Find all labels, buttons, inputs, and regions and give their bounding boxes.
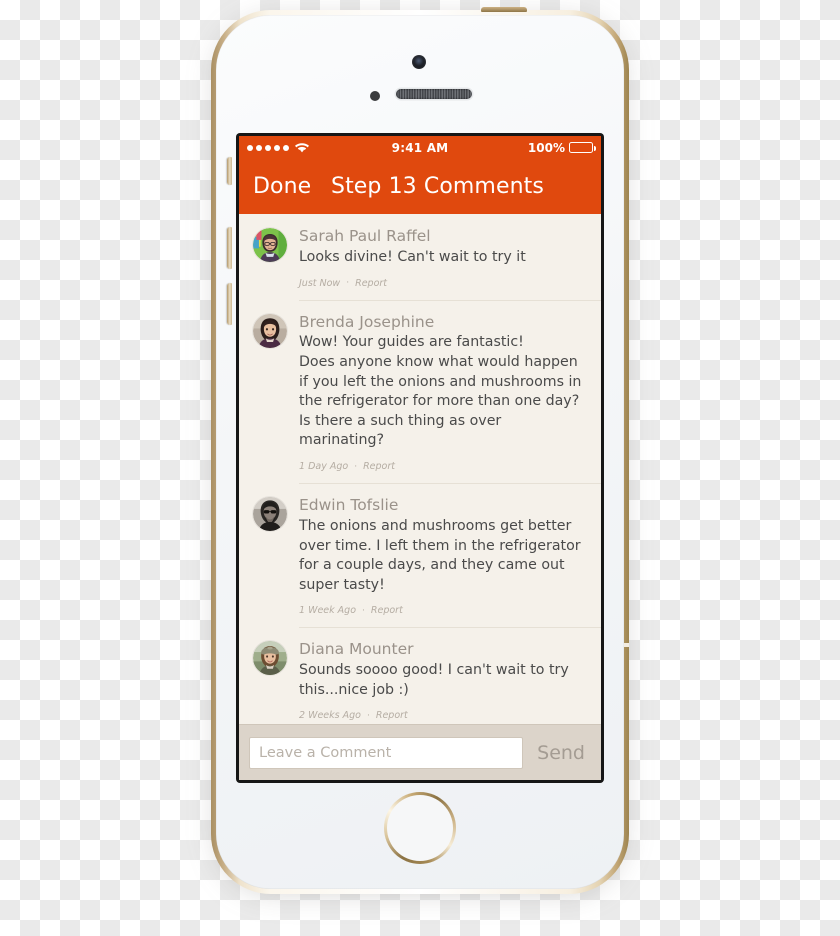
meta-separator: ·: [354, 461, 358, 472]
device-front-face: 9:41 AM 100% Done Step 13 Comments Sarah…: [216, 15, 624, 889]
status-bar: 9:41 AM 100%: [239, 136, 601, 159]
comment-list[interactable]: Sarah Paul Raffel Looks divine! Can't wa…: [239, 214, 601, 724]
avatar-sarah-paul-raffel[interactable]: [253, 228, 287, 262]
earpiece-speaker: [396, 89, 472, 99]
done-button[interactable]: Done: [253, 174, 311, 199]
comment-body: Diana Mounter Sounds soooo good! I can't…: [299, 639, 587, 724]
comment-author: Diana Mounter: [299, 640, 414, 659]
avatar-brenda-josephine[interactable]: [253, 313, 287, 348]
comment-author: Sarah Paul Raffel: [299, 227, 431, 245]
comment-meta: 2 Weeks Ago · Report: [299, 710, 587, 721]
comment-author: Brenda Josephine: [299, 312, 435, 331]
home-button[interactable]: [387, 795, 453, 861]
comment-timestamp: 2 Weeks Ago: [299, 710, 361, 722]
comment-body: Brenda Josephine Wow! Your guides are fa…: [299, 312, 587, 483]
comment-text: Sounds soooo good! I can't wait to try t…: [299, 662, 569, 698]
meta-separator: ·: [362, 605, 365, 616]
comment-timestamp: Just Now: [299, 277, 341, 289]
avatar-edwin-tofslie[interactable]: [253, 497, 287, 531]
power-button[interactable]: [481, 7, 527, 12]
comment-meta: 1 Day Ago · Report: [299, 461, 587, 472]
report-link[interactable]: Report: [363, 461, 395, 472]
front-camera: [412, 55, 426, 69]
comment-item[interactable]: Edwin Tofslie The onions and mushrooms g…: [239, 483, 601, 627]
comment-meta: 1 Week Ago · Report: [299, 605, 587, 616]
status-bar-right-group: 100%: [527, 140, 596, 155]
meta-separator: ·: [346, 278, 350, 289]
comment-timestamp: 1 Week Ago: [299, 605, 357, 617]
navigation-bar: Done Step 13 Comments: [239, 159, 601, 214]
meta-separator: ·: [366, 710, 370, 721]
comment-item[interactable]: Sarah Paul Raffel Looks divine! Can't wa…: [239, 214, 601, 300]
comment-author: Edwin Tofslie: [299, 496, 399, 514]
comment-body: Sarah Paul Raffel Looks divine! Can't wa…: [299, 226, 587, 300]
comment-item[interactable]: Diana Mounter Sounds soooo good! I can't…: [239, 627, 601, 724]
volume-up-button[interactable]: [227, 227, 232, 269]
report-link[interactable]: Report: [371, 605, 403, 616]
mute-switch[interactable]: [227, 157, 232, 185]
battery-icon: [569, 142, 596, 153]
page-title: Step 13 Comments: [331, 174, 544, 199]
volume-down-button[interactable]: [227, 283, 232, 325]
report-link[interactable]: Report: [355, 278, 387, 289]
comment-composer: Send: [239, 724, 601, 780]
battery-percent-label: 100%: [527, 140, 565, 155]
comment-text: Wow! Your guides are fantastic! Does any…: [299, 334, 582, 449]
comment-input[interactable]: [249, 736, 524, 769]
comment-meta: Just Now · Report: [299, 278, 587, 289]
comment-body: Edwin Tofslie The onions and mushrooms g…: [299, 495, 587, 627]
report-link[interactable]: Report: [376, 710, 408, 721]
comment-timestamp: 1 Day Ago: [299, 461, 349, 472]
app-screen: 9:41 AM 100% Done Step 13 Comments Sarah…: [239, 136, 601, 780]
comment-text: The onions and mushrooms get better over…: [299, 517, 581, 593]
comment-item[interactable]: Brenda Josephine Wow! Your guides are fa…: [239, 299, 601, 483]
send-button[interactable]: Send: [531, 742, 591, 764]
comment-text: Looks divine! Can't wait to try it: [299, 248, 526, 265]
screen-bezel: 9:41 AM 100% Done Step 13 Comments Sarah…: [236, 133, 604, 783]
iphone-device: 9:41 AM 100% Done Step 13 Comments Sarah…: [198, 4, 642, 904]
avatar-diana-mounter[interactable]: [253, 641, 287, 676]
proximity-sensor: [370, 91, 380, 101]
